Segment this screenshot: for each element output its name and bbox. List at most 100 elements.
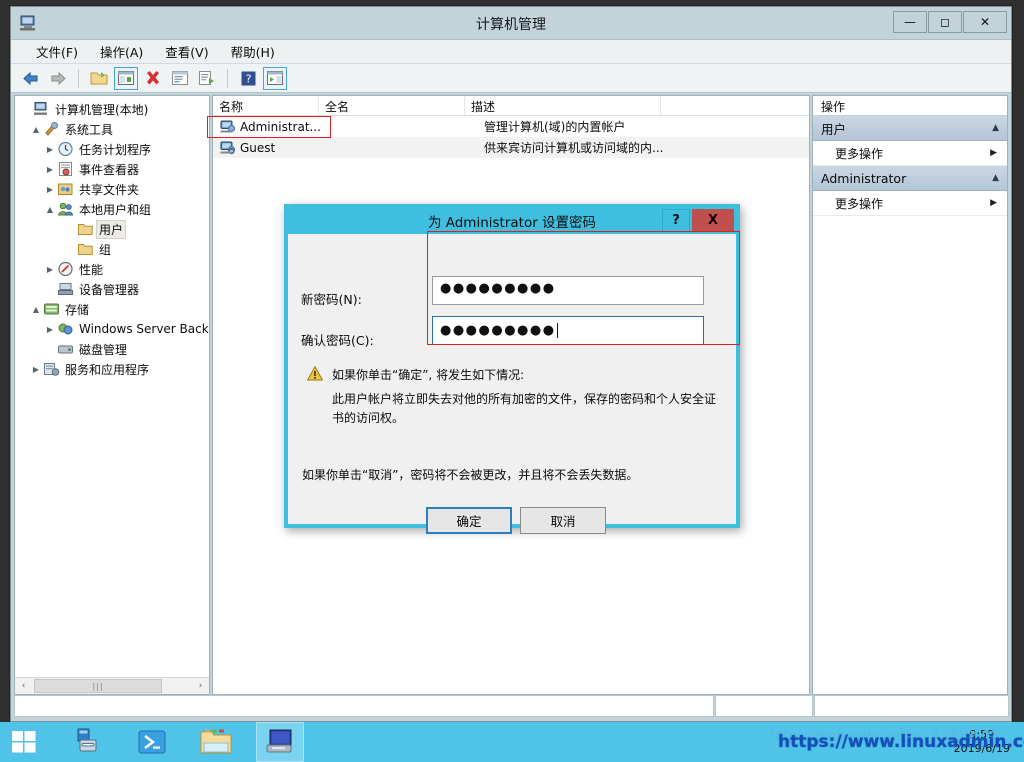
status-segment-3 xyxy=(814,695,1009,717)
dialog-close-button[interactable]: X xyxy=(692,209,734,232)
sidebar-item-users[interactable]: 用户 xyxy=(15,219,209,239)
dialog-titlebar: 为 Administrator 设置密码 ? X xyxy=(288,208,736,234)
expander-collapsed[interactable]: ▶ xyxy=(43,325,57,334)
tree-item-storage[interactable]: ▲ 存储 xyxy=(15,299,209,319)
services-icon xyxy=(44,363,60,376)
help-icon[interactable]: ? xyxy=(236,67,260,90)
tree-item-performance[interactable]: ▶ 性能 xyxy=(15,259,209,279)
tree-item-shared-folders[interactable]: ▶ 共享文件夹 xyxy=(15,179,209,199)
tree-horizontal-scrollbar[interactable]: ‹ ||| › xyxy=(15,677,209,694)
chevron-up-icon[interactable]: ▲ xyxy=(992,123,999,133)
menu-help[interactable]: 帮助(H) xyxy=(220,40,286,63)
system-tray: 9:59 2019/6/19 xyxy=(946,722,1024,762)
expander-expanded[interactable]: ▲ xyxy=(29,305,43,314)
file-explorer-icon[interactable] xyxy=(192,722,240,762)
disk-icon xyxy=(58,345,73,354)
folder-icon xyxy=(78,244,93,255)
action-group-users[interactable]: 用户 ▲ xyxy=(813,116,1007,141)
expander-collapsed[interactable]: ▶ xyxy=(43,145,57,154)
tree-item-windows-server-backup[interactable]: ▶ Windows Server Back xyxy=(15,319,209,339)
action-more-actions-users[interactable]: 更多操作 ▶ xyxy=(813,141,1007,166)
user-icon xyxy=(220,120,235,132)
close-button[interactable]: ✕ xyxy=(963,11,1007,33)
confirm-password-value: ●●●●●●●●● xyxy=(440,323,556,338)
computer-management-icon[interactable] xyxy=(256,722,304,762)
taskbar-clock[interactable]: 9:59 2019/6/19 xyxy=(946,728,1018,756)
dialog-help-button[interactable]: ? xyxy=(662,209,690,232)
sidebar-item-groups[interactable]: 组 xyxy=(15,239,209,259)
ok-button[interactable]: 确定 xyxy=(426,507,512,534)
column-header-fullname[interactable]: 全名 xyxy=(319,96,465,115)
clock-date: 2019/6/19 xyxy=(953,742,1010,755)
new-password-label: 新密码(N): xyxy=(301,292,362,307)
status-bar xyxy=(14,695,1010,717)
action-group-administrator[interactable]: Administrator ▲ xyxy=(813,166,1007,191)
tree-item-device-manager[interactable]: 设备管理器 xyxy=(15,279,209,299)
scroll-left-arrow-icon[interactable]: ‹ xyxy=(15,678,32,694)
properties-icon[interactable] xyxy=(168,67,192,90)
clock-time: 9:59 xyxy=(969,728,995,741)
taskbar: 9:59 2019/6/19 https://blog.csdn.net/qq_… xyxy=(0,722,1024,762)
tree-label: 本地用户和组 xyxy=(79,202,152,217)
cell-description: 供来宾访问计算机或访问域的内... xyxy=(484,141,664,155)
show-action-pane-icon[interactable] xyxy=(263,66,287,90)
minimize-button[interactable]: — xyxy=(893,11,927,33)
maximize-button[interactable]: ◻ xyxy=(928,11,962,33)
scroll-right-arrow-icon[interactable]: › xyxy=(192,678,209,694)
new-password-field[interactable]: ●●●●●●●●● xyxy=(432,276,704,305)
menu-action[interactable]: 操作(A) xyxy=(89,40,154,63)
tree-root-computer-management[interactable]: 计算机管理(本地) xyxy=(15,99,209,119)
chevron-up-icon[interactable]: ▲ xyxy=(992,173,999,183)
scrollbar-track[interactable]: ||| xyxy=(32,678,192,694)
tree-item-disk-management[interactable]: 磁盘管理 xyxy=(15,339,209,359)
delete-icon[interactable] xyxy=(141,67,165,90)
action-more-actions-administrator[interactable]: 更多操作 ▶ xyxy=(813,191,1007,216)
tree-item-system-tools[interactable]: ▲ 系统工具 xyxy=(15,119,209,139)
tree-item-event-viewer[interactable]: ▶ 事件查看器 xyxy=(15,159,209,179)
warning-triangle-icon xyxy=(307,366,323,381)
window-controls: — ◻ ✕ xyxy=(892,11,1007,33)
console-tree: 计算机管理(本地) ▲ 系统工具 ▶ 任务计划程序 ▶ 事件查看器 ▶ 共享文件… xyxy=(15,96,209,677)
back-icon[interactable] xyxy=(19,67,43,90)
table-row[interactable]: Administrat... 管理计算机(域)的内置帐户 xyxy=(213,116,809,137)
tree-label: 计算机管理(本地) xyxy=(55,102,149,117)
expander-expanded[interactable]: ▲ xyxy=(43,205,57,214)
backup-icon xyxy=(58,323,73,335)
device-manager-icon xyxy=(58,283,73,295)
cell-name: Administrat... xyxy=(240,119,321,134)
storage-icon xyxy=(44,303,59,315)
up-folder-icon[interactable] xyxy=(87,67,111,90)
column-header-name[interactable]: 名称 xyxy=(213,96,319,115)
tree-item-task-scheduler[interactable]: ▶ 任务计划程序 xyxy=(15,139,209,159)
action-group-label: Administrator xyxy=(821,170,907,186)
action-item-label: 更多操作 xyxy=(835,196,884,211)
tree-label: 设备管理器 xyxy=(79,282,140,297)
expander-collapsed[interactable]: ▶ xyxy=(43,265,57,274)
actions-pane: 操作 用户 ▲ 更多操作 ▶ Administrator ▲ 更多操作 ▶ xyxy=(812,95,1008,695)
forward-icon[interactable] xyxy=(46,67,70,90)
expander-collapsed[interactable]: ▶ xyxy=(43,185,57,194)
tree-item-local-users-and-groups[interactable]: ▲ 本地用户和组 xyxy=(15,199,209,219)
action-group-label: 用户 xyxy=(821,121,847,137)
expander-collapsed[interactable]: ▶ xyxy=(29,365,43,374)
tree-item-services-and-applications[interactable]: ▶ 服务和应用程序 xyxy=(15,359,209,379)
actions-pane-title: 操作 xyxy=(813,96,1007,116)
column-header-description[interactable]: 描述 xyxy=(465,96,661,115)
expander-collapsed[interactable]: ▶ xyxy=(43,165,57,174)
warning-footer-text: 如果你单击“取消”，密码将不会被更改，并且将不会丢失数据。 xyxy=(302,468,639,482)
computer-icon xyxy=(34,102,47,115)
server-manager-icon[interactable] xyxy=(64,722,112,762)
show-hide-tree-icon[interactable] xyxy=(114,66,138,90)
windows-start-icon[interactable] xyxy=(0,722,48,762)
confirm-password-field[interactable]: ●●●●●●●●● xyxy=(432,316,704,345)
menu-file[interactable]: 文件(F) xyxy=(25,40,89,63)
powershell-icon[interactable] xyxy=(128,722,176,762)
expander-expanded[interactable]: ▲ xyxy=(29,125,43,134)
chevron-right-icon: ▶ xyxy=(990,198,997,208)
export-list-icon[interactable] xyxy=(195,67,219,90)
status-segment-2 xyxy=(715,695,813,717)
table-row[interactable]: Guest 供来宾访问计算机或访问域的内... xyxy=(213,137,809,158)
cancel-button[interactable]: 取消 xyxy=(520,507,606,534)
menu-view[interactable]: 查看(V) xyxy=(154,40,219,63)
scrollbar-thumb[interactable]: ||| xyxy=(34,679,162,693)
